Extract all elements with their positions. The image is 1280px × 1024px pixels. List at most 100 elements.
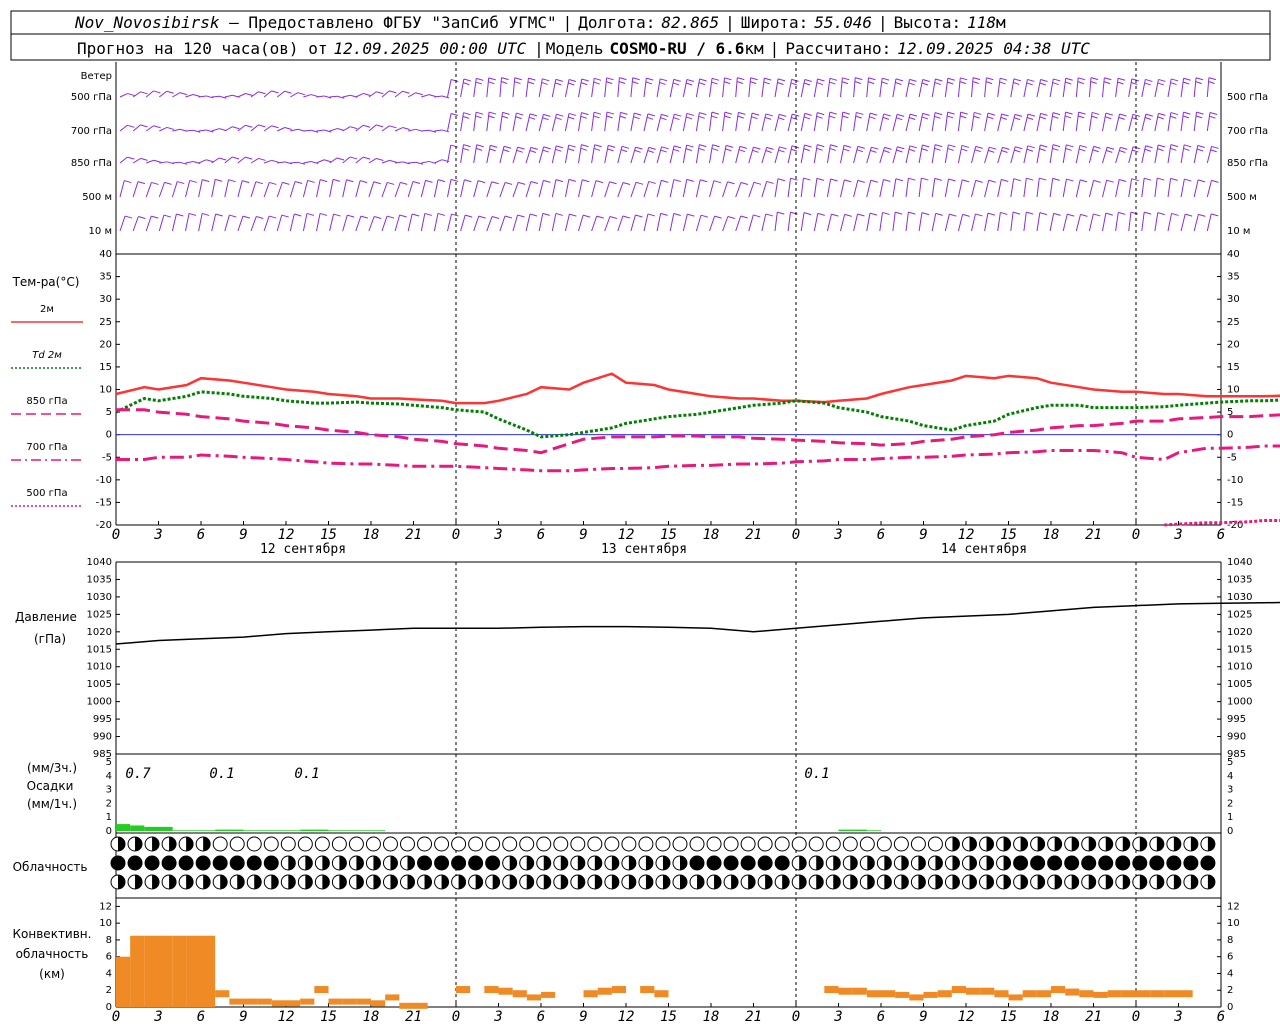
wind-barb-flag [193, 94, 201, 98]
cloud-symbol [1064, 874, 1080, 890]
wind-barb [146, 159, 161, 164]
wind-barb [669, 113, 682, 132]
wind-barb-flag2 [620, 149, 628, 153]
wind-barb-flag [686, 112, 694, 116]
wind-barb [695, 214, 709, 232]
wind-barb [368, 181, 381, 198]
cloud-circle [382, 836, 398, 852]
wind-barb-flag [188, 212, 197, 216]
wind-barb [892, 78, 904, 98]
wind-barb [1036, 177, 1047, 198]
wind-barb-flag [1185, 213, 1193, 217]
hour-label: 0 [792, 527, 800, 543]
cloud-fill [1173, 837, 1181, 852]
cloud-symbol [434, 836, 450, 852]
wind-barb-flag [568, 144, 576, 148]
conv-bar [186, 935, 201, 1007]
wind-barb-staff [1167, 112, 1172, 132]
cloud-fill [714, 875, 722, 889]
cloud-symbol [178, 836, 194, 852]
hour-label-bottom: 9 [919, 1009, 927, 1024]
hour-label-bottom: 9 [579, 1009, 587, 1024]
wind-barb-staff [774, 78, 779, 98]
wind-barb-flag [1119, 178, 1127, 182]
day-label-2: 13 сентября [601, 542, 687, 557]
cloud-fill [1071, 837, 1079, 852]
wind-barb [643, 113, 656, 132]
cloud-symbol [263, 855, 279, 871]
cloud-fill [1020, 875, 1028, 889]
cloud-circle [723, 836, 739, 852]
conv-bar [371, 1000, 386, 1007]
cloud-symbol [519, 855, 535, 871]
wind-barb-flag [1001, 179, 1009, 182]
wind-barb-flag2 [463, 82, 470, 86]
wind-barb [433, 179, 446, 198]
wind-barb-staff [774, 114, 780, 132]
meteogram-svg: Nov_Novosibirsk – Предоставлено ФГБУ "За… [10, 10, 1280, 1024]
wind-barb [316, 159, 332, 164]
hour-label-bottom: 3 [1173, 1009, 1182, 1024]
day-label-3: 14 сентября [941, 542, 1027, 557]
wind-barb [669, 179, 681, 198]
wind-barb [840, 111, 850, 132]
hour-label: 6 [537, 527, 545, 543]
wind-barb-staff [289, 213, 295, 232]
wind-barb-staff [329, 128, 338, 132]
wind-barb-flag [804, 78, 812, 82]
cloud-fill [390, 875, 398, 889]
cloud-symbol [553, 874, 569, 890]
wind-barb-staff [1193, 214, 1199, 232]
wind-barb-flag [281, 214, 289, 218]
cloud-symbol [161, 836, 177, 852]
wind-barb-staff [1141, 79, 1146, 98]
wind-barb-staff [1036, 113, 1041, 132]
wind-barb-flag [725, 144, 734, 148]
wind-barb-flag [202, 179, 210, 183]
wind-barb-flag [727, 181, 735, 185]
wind-barb-staff [1023, 212, 1027, 232]
cloud-fill [1003, 837, 1011, 852]
wind-barb-flag2 [514, 81, 521, 85]
wind-barb-staff [1115, 113, 1121, 132]
wind-barb-flag [909, 78, 917, 82]
wind-level-label-right: 700 гПа [1227, 126, 1268, 137]
wind-barb [591, 144, 602, 164]
wind-barb-flag [804, 112, 812, 116]
wind-barb-flag2 [777, 81, 784, 85]
conv-bar [512, 990, 527, 998]
wind-barb-flag [271, 90, 279, 94]
cloud-fill [594, 875, 602, 889]
wind-barb [1180, 77, 1191, 98]
pressure-tick-label: 1040 [87, 557, 112, 568]
wind-barb-staff [695, 112, 700, 132]
wind-barb [1010, 78, 1022, 98]
wind-barb [250, 216, 264, 232]
wind-barb [669, 212, 681, 232]
wind-barb [158, 214, 172, 232]
cloud-symbol [791, 874, 807, 890]
wind-barb [735, 77, 745, 98]
wind-barb-flag [699, 144, 707, 148]
wind-barb-flag2 [736, 81, 744, 84]
wind-barb-flag2 [725, 148, 732, 152]
hour-label: 15 [660, 527, 677, 543]
wind-barb-staff [761, 213, 767, 232]
wind-barb-flag2 [1064, 115, 1072, 119]
cloud-fill [662, 875, 670, 889]
wind-barb-staff [656, 78, 661, 98]
wind-barb [984, 146, 997, 164]
wind-barb-flag2 [909, 117, 916, 120]
wind-barb-flag2 [503, 149, 510, 153]
wind-barb [473, 77, 484, 98]
wind-barb [931, 112, 943, 132]
wind-barb [434, 95, 450, 99]
wind-barb-staff [473, 180, 479, 198]
cloud-fill [526, 856, 534, 871]
wind-barb-flag [389, 159, 397, 163]
hour-label-bottom: 21 [1085, 1009, 1102, 1024]
wind-barb-flag [922, 112, 930, 116]
wind-barb-staff [1167, 213, 1173, 232]
hour-label-bottom: 6 [197, 1009, 205, 1024]
wind-barb-staff [1193, 145, 1199, 164]
